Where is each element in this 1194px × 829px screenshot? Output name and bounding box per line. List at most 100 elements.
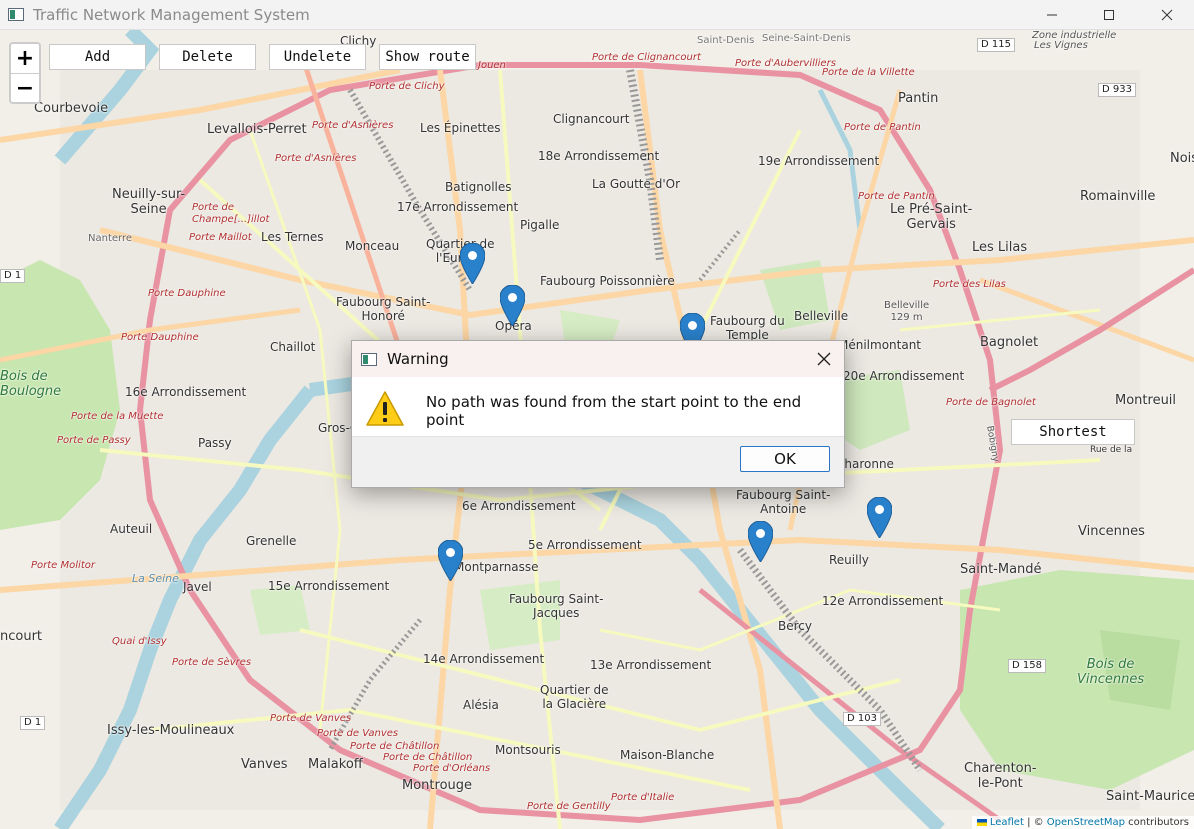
map-marker-4[interactable] <box>867 497 892 538</box>
warning-dialog: Warning No path was found from the start… <box>351 340 845 488</box>
gate-porte-passy: Porte de Passy <box>57 435 131 446</box>
label-noisy: Noisy <box>1170 151 1194 166</box>
osm-link[interactable]: OpenStreetMap <box>1047 817 1125 828</box>
label-arr18: 18e Arrondissement <box>538 149 660 163</box>
label-faubourg-saint-antoine: Faubourg Saint- Antoine <box>736 488 831 516</box>
gate-jouen: Jouen <box>478 60 506 71</box>
label-javel: Javel <box>183 580 212 594</box>
road-d115: D 115 <box>977 38 1015 52</box>
gate-porte-muette: Porte de la Muette <box>71 411 164 422</box>
label-quartier-glaciere: Quartier de la Glacière <box>540 683 609 711</box>
label-montrouge: Montrouge <box>402 778 473 793</box>
dialog-title-bar: Warning <box>352 341 844 377</box>
shortest-button[interactable]: Shortest <box>1011 419 1135 445</box>
label-pantin: Pantin <box>898 91 939 106</box>
label-boulogne: ncourt <box>0 629 43 644</box>
dialog-close-button[interactable] <box>814 349 834 369</box>
gate-porte-molitor: Porte Molitor <box>31 560 95 571</box>
gate-porte-bagnolet: Porte de Bagnolet <box>946 397 1036 408</box>
attribution-sep: | © <box>1023 817 1047 828</box>
label-vincennes: Vincennes <box>1078 524 1145 539</box>
gate-porte-orleans: Porte d'Orléans <box>413 763 491 774</box>
road-d158: D 158 <box>1008 659 1046 673</box>
label-arr19: 19e Arrondissement <box>758 154 880 168</box>
label-rue-de-la: Rue de la <box>1090 445 1133 455</box>
gate-porte-pantin-1: Porte de Pantin <box>844 122 921 133</box>
label-arr20: 20e Arrondissement <box>843 369 965 383</box>
app-icon <box>8 8 24 21</box>
undelete-button[interactable]: Undelete <box>269 44 366 70</box>
maximize-button[interactable] <box>1080 0 1138 30</box>
close-icon <box>817 352 831 366</box>
zoom-out-button[interactable]: − <box>11 74 39 103</box>
minimize-button[interactable] <box>1023 0 1081 30</box>
zoom-in-button[interactable]: + <box>11 44 39 74</box>
gate-porte-clignancourt: Porte de Clignancourt <box>592 52 701 63</box>
label-arr6: 6e Arrondissement <box>462 499 576 513</box>
ukraine-flag-icon <box>976 818 987 826</box>
label-malakoff: Malakoff <box>308 757 363 772</box>
label-montparnasse: Montparnasse <box>454 560 539 574</box>
label-auteuil: Auteuil <box>110 522 153 536</box>
label-alesia: Alésia <box>463 698 499 712</box>
label-epinettes: Les Épinettes <box>420 121 501 135</box>
label-saint-denis: Saint-Denis <box>697 35 755 46</box>
gate-porte-aubervilliers: Porte d'Aubervilliers <box>735 58 836 69</box>
label-arr12: 12e Arrondissement <box>822 594 944 608</box>
close-icon <box>1161 9 1173 21</box>
label-goutte-dor: La Goutte d'Or <box>592 177 681 191</box>
gate-porte-lilas: Porte des Lilas <box>933 279 1006 290</box>
maximize-icon <box>1104 10 1114 20</box>
gate-porte-dauphine-1: Porte Dauphine <box>148 288 226 299</box>
label-bois-boulogne: Bois de Boulogne <box>0 369 62 399</box>
label-romainville: Romainville <box>1080 189 1156 204</box>
attribution-contrib: contributors <box>1125 817 1189 828</box>
label-grenelle: Grenelle <box>246 534 297 548</box>
label-pre-saint-gervais: Le Pré-Saint- Gervais <box>890 202 973 232</box>
gate-porte-italie: Porte d'Italie <box>611 792 675 803</box>
label-bercy: Bercy <box>778 619 812 633</box>
label-faubourg-saint-honore: Faubourg Saint- Honoré <box>336 295 431 323</box>
gate-porte-maillot: Porte Maillot <box>189 232 252 243</box>
close-button[interactable] <box>1138 0 1194 30</box>
delete-button[interactable]: Delete <box>159 44 256 70</box>
gate-porte-sevres: Porte de Sèvres <box>172 657 252 668</box>
label-lilas: Les Lilas <box>972 240 1028 255</box>
label-vanves: Vanves <box>241 757 288 772</box>
label-levallois: Levallois-Perret <box>207 122 307 137</box>
label-charenton: Charenton- le-Pont <box>964 761 1037 791</box>
gate-porte-villette: Porte de la Villette <box>822 67 915 78</box>
title-bar: Traffic Network Management System <box>0 0 1194 30</box>
zoom-control: + − <box>9 42 41 104</box>
label-arr15: 15e Arrondissement <box>268 579 390 593</box>
ok-button[interactable]: OK <box>740 446 830 472</box>
label-montsouris: Montsouris <box>495 743 561 757</box>
label-clignancourt: Clignancourt <box>553 112 630 126</box>
label-saint-maurice: Saint-Maurice <box>1106 789 1194 804</box>
gate-porte-vanves-2: Porte de Vanves <box>317 728 399 739</box>
map-marker-2[interactable] <box>500 285 525 326</box>
leaflet-link[interactable]: Leaflet <box>990 817 1024 828</box>
map-marker-5[interactable] <box>748 521 773 562</box>
gate-porte-asnieres-2: Porte d'Asnières <box>275 153 357 164</box>
show-route-button[interactable]: Show route <box>379 44 476 70</box>
dialog-message: No path was found from the start point t… <box>426 393 802 429</box>
label-arr17: 17e Arrondissement <box>397 200 519 214</box>
label-bois-vincennes: Bois de Vincennes <box>1077 657 1145 687</box>
label-faubourg-temple: Faubourg du Temple <box>710 314 785 342</box>
label-seine-saint-denis: Seine-Saint-Denis <box>762 33 851 44</box>
map-marker-1[interactable] <box>460 243 485 284</box>
road-d933: D 933 <box>1098 83 1136 97</box>
label-menilmontant: Ménilmontant <box>838 338 922 352</box>
gate-porte-gentilly: Porte de Gentilly <box>527 801 611 812</box>
add-button[interactable]: Add <box>49 44 146 70</box>
label-faubourg-poissonniere: Faubourg Poissonnière <box>540 274 675 288</box>
label-chaillot: Chaillot <box>270 340 316 354</box>
map-marker-6[interactable] <box>438 540 463 581</box>
road-d1-left: D 1 <box>0 269 26 283</box>
label-arr13: 13e Arrondissement <box>590 658 712 672</box>
window-title: Traffic Network Management System <box>33 6 310 24</box>
gate-porte-clichy: Porte de Clichy <box>369 81 445 92</box>
gate-porte-champerret: Porte de Champe[...]illot <box>192 202 270 225</box>
label-montreuil: Montreuil <box>1115 393 1177 408</box>
